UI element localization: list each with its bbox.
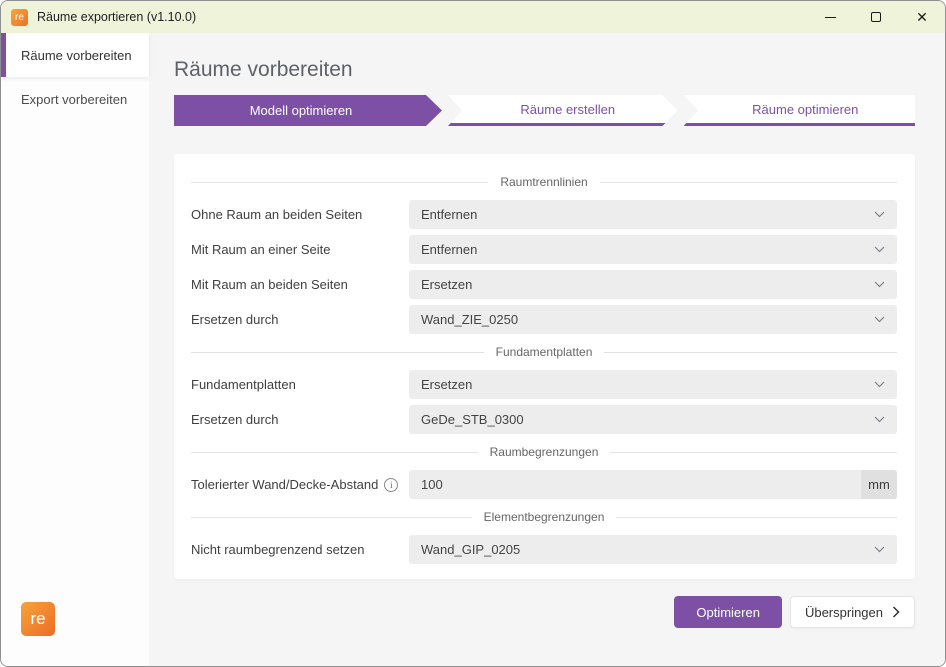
chevron-down-icon [874,281,885,288]
section-header-raumtrennlinien: Raumtrennlinien [191,172,897,192]
chevron-down-icon [874,211,885,218]
step-raeume-optimieren[interactable]: Räume optimieren [684,95,916,126]
abstand-input-group: mm [409,470,897,499]
close-icon: ✕ [916,10,928,24]
field-label: Ersetzen durch [191,312,409,327]
select-value: GeDe_STB_0300 [421,412,874,427]
maximize-icon [871,12,881,22]
section-title: Raumtrennlinien [500,175,587,189]
wizard-stepper: Modell optimieren Räume erstellen Räume … [174,95,915,126]
section-header-elementbegrenzungen: Elementbegrenzungen [191,507,897,527]
select-mit-raum-einer-seite[interactable]: Entfernen [409,235,897,264]
ueberspringen-label: Überspringen [805,605,883,620]
sidebar: Räume vorbereiten Export vorbereiten re [1,33,149,666]
main-content: Räume vorbereiten Modell optimieren Räum… [149,33,945,666]
field-label: Fundamentplatten [191,377,409,392]
select-value: Wand_ZIE_0250 [421,312,874,327]
select-ohne-raum[interactable]: Entfernen [409,200,897,229]
field-label: Mit Raum an einer Seite [191,242,409,257]
form-row: Fundamentplatten Ersetzen [191,370,897,399]
unit-label: mm [861,470,897,499]
sidebar-item-label: Export vorbereiten [21,92,127,107]
step-modell-optimieren[interactable]: Modell optimieren [174,95,442,126]
select-fundamentplatten[interactable]: Ersetzen [409,370,897,399]
field-label: Tolerierter Wand/Decke-Abstand i [191,477,409,492]
select-nicht-raumbegrenzend[interactable]: Wand_GIP_0205 [409,535,897,564]
footer-actions: Optimieren Überspringen [174,596,915,628]
sidebar-item-export-vorbereiten[interactable]: Export vorbereiten [1,77,149,121]
settings-card: Raumtrennlinien Ohne Raum an beiden Seit… [174,154,915,579]
sidebar-item-raeume-vorbereiten[interactable]: Räume vorbereiten [1,33,149,77]
form-row: Mit Raum an beiden Seiten Ersetzen [191,270,897,299]
form-row: Nicht raumbegrenzend setzen Wand_GIP_020… [191,535,897,564]
ueberspringen-button[interactable]: Überspringen [790,596,915,628]
chevron-right-icon [892,606,900,618]
app-icon: re [11,9,28,26]
form-row: Mit Raum an einer Seite Entfernen [191,235,897,264]
form-row: Tolerierter Wand/Decke-Abstand i mm [191,470,897,499]
select-ersetzen-durch-trennlinien[interactable]: Wand_ZIE_0250 [409,305,897,334]
form-row: Ersetzen durch GeDe_STB_0300 [191,405,897,434]
app-logo: re [21,602,55,636]
select-value: Wand_GIP_0205 [421,542,874,557]
chevron-down-icon [874,316,885,323]
field-label: Ersetzen durch [191,412,409,427]
select-value: Ersetzen [421,277,874,292]
select-mit-raum-beiden-seiten[interactable]: Ersetzen [409,270,897,299]
select-value: Ersetzen [421,377,874,392]
field-label: Nicht raumbegrenzend setzen [191,542,409,557]
section-header-fundamentplatten: Fundamentplatten [191,342,897,362]
titlebar: re Räume exportieren (v1.10.0) ✕ [1,1,945,33]
select-ersetzen-durch-fundament[interactable]: GeDe_STB_0300 [409,405,897,434]
minimize-icon [825,17,836,18]
step-label: Räume optimieren [752,102,858,117]
maximize-button[interactable] [853,1,899,33]
field-label: Ohne Raum an beiden Seiten [191,207,409,222]
form-row: Ohne Raum an beiden Seiten Entfernen [191,200,897,229]
app-window: re Räume exportieren (v1.10.0) ✕ Räume v… [0,0,946,667]
select-value: Entfernen [421,207,874,222]
step-raeume-erstellen[interactable]: Räume erstellen [448,95,678,126]
step-label: Modell optimieren [250,103,353,118]
form-row: Ersetzen durch Wand_ZIE_0250 [191,305,897,334]
minimize-button[interactable] [807,1,853,33]
chevron-down-icon [874,381,885,388]
page-title: Räume vorbereiten [174,58,915,82]
window-title: Räume exportieren (v1.10.0) [37,10,196,24]
info-icon[interactable]: i [384,478,398,492]
chevron-down-icon [874,246,885,253]
step-label: Räume erstellen [520,102,615,117]
chevron-down-icon [874,416,885,423]
abstand-input[interactable] [409,470,861,499]
section-title: Raumbegrenzungen [490,445,599,459]
section-title: Fundamentplatten [496,345,593,359]
optimieren-button[interactable]: Optimieren [674,596,782,628]
chevron-down-icon [874,546,885,553]
select-value: Entfernen [421,242,874,257]
section-header-raumbegrenzungen: Raumbegrenzungen [191,442,897,462]
field-label: Mit Raum an beiden Seiten [191,277,409,292]
sidebar-item-label: Räume vorbereiten [21,48,132,63]
section-title: Elementbegrenzungen [484,510,605,524]
close-button[interactable]: ✕ [899,1,945,33]
